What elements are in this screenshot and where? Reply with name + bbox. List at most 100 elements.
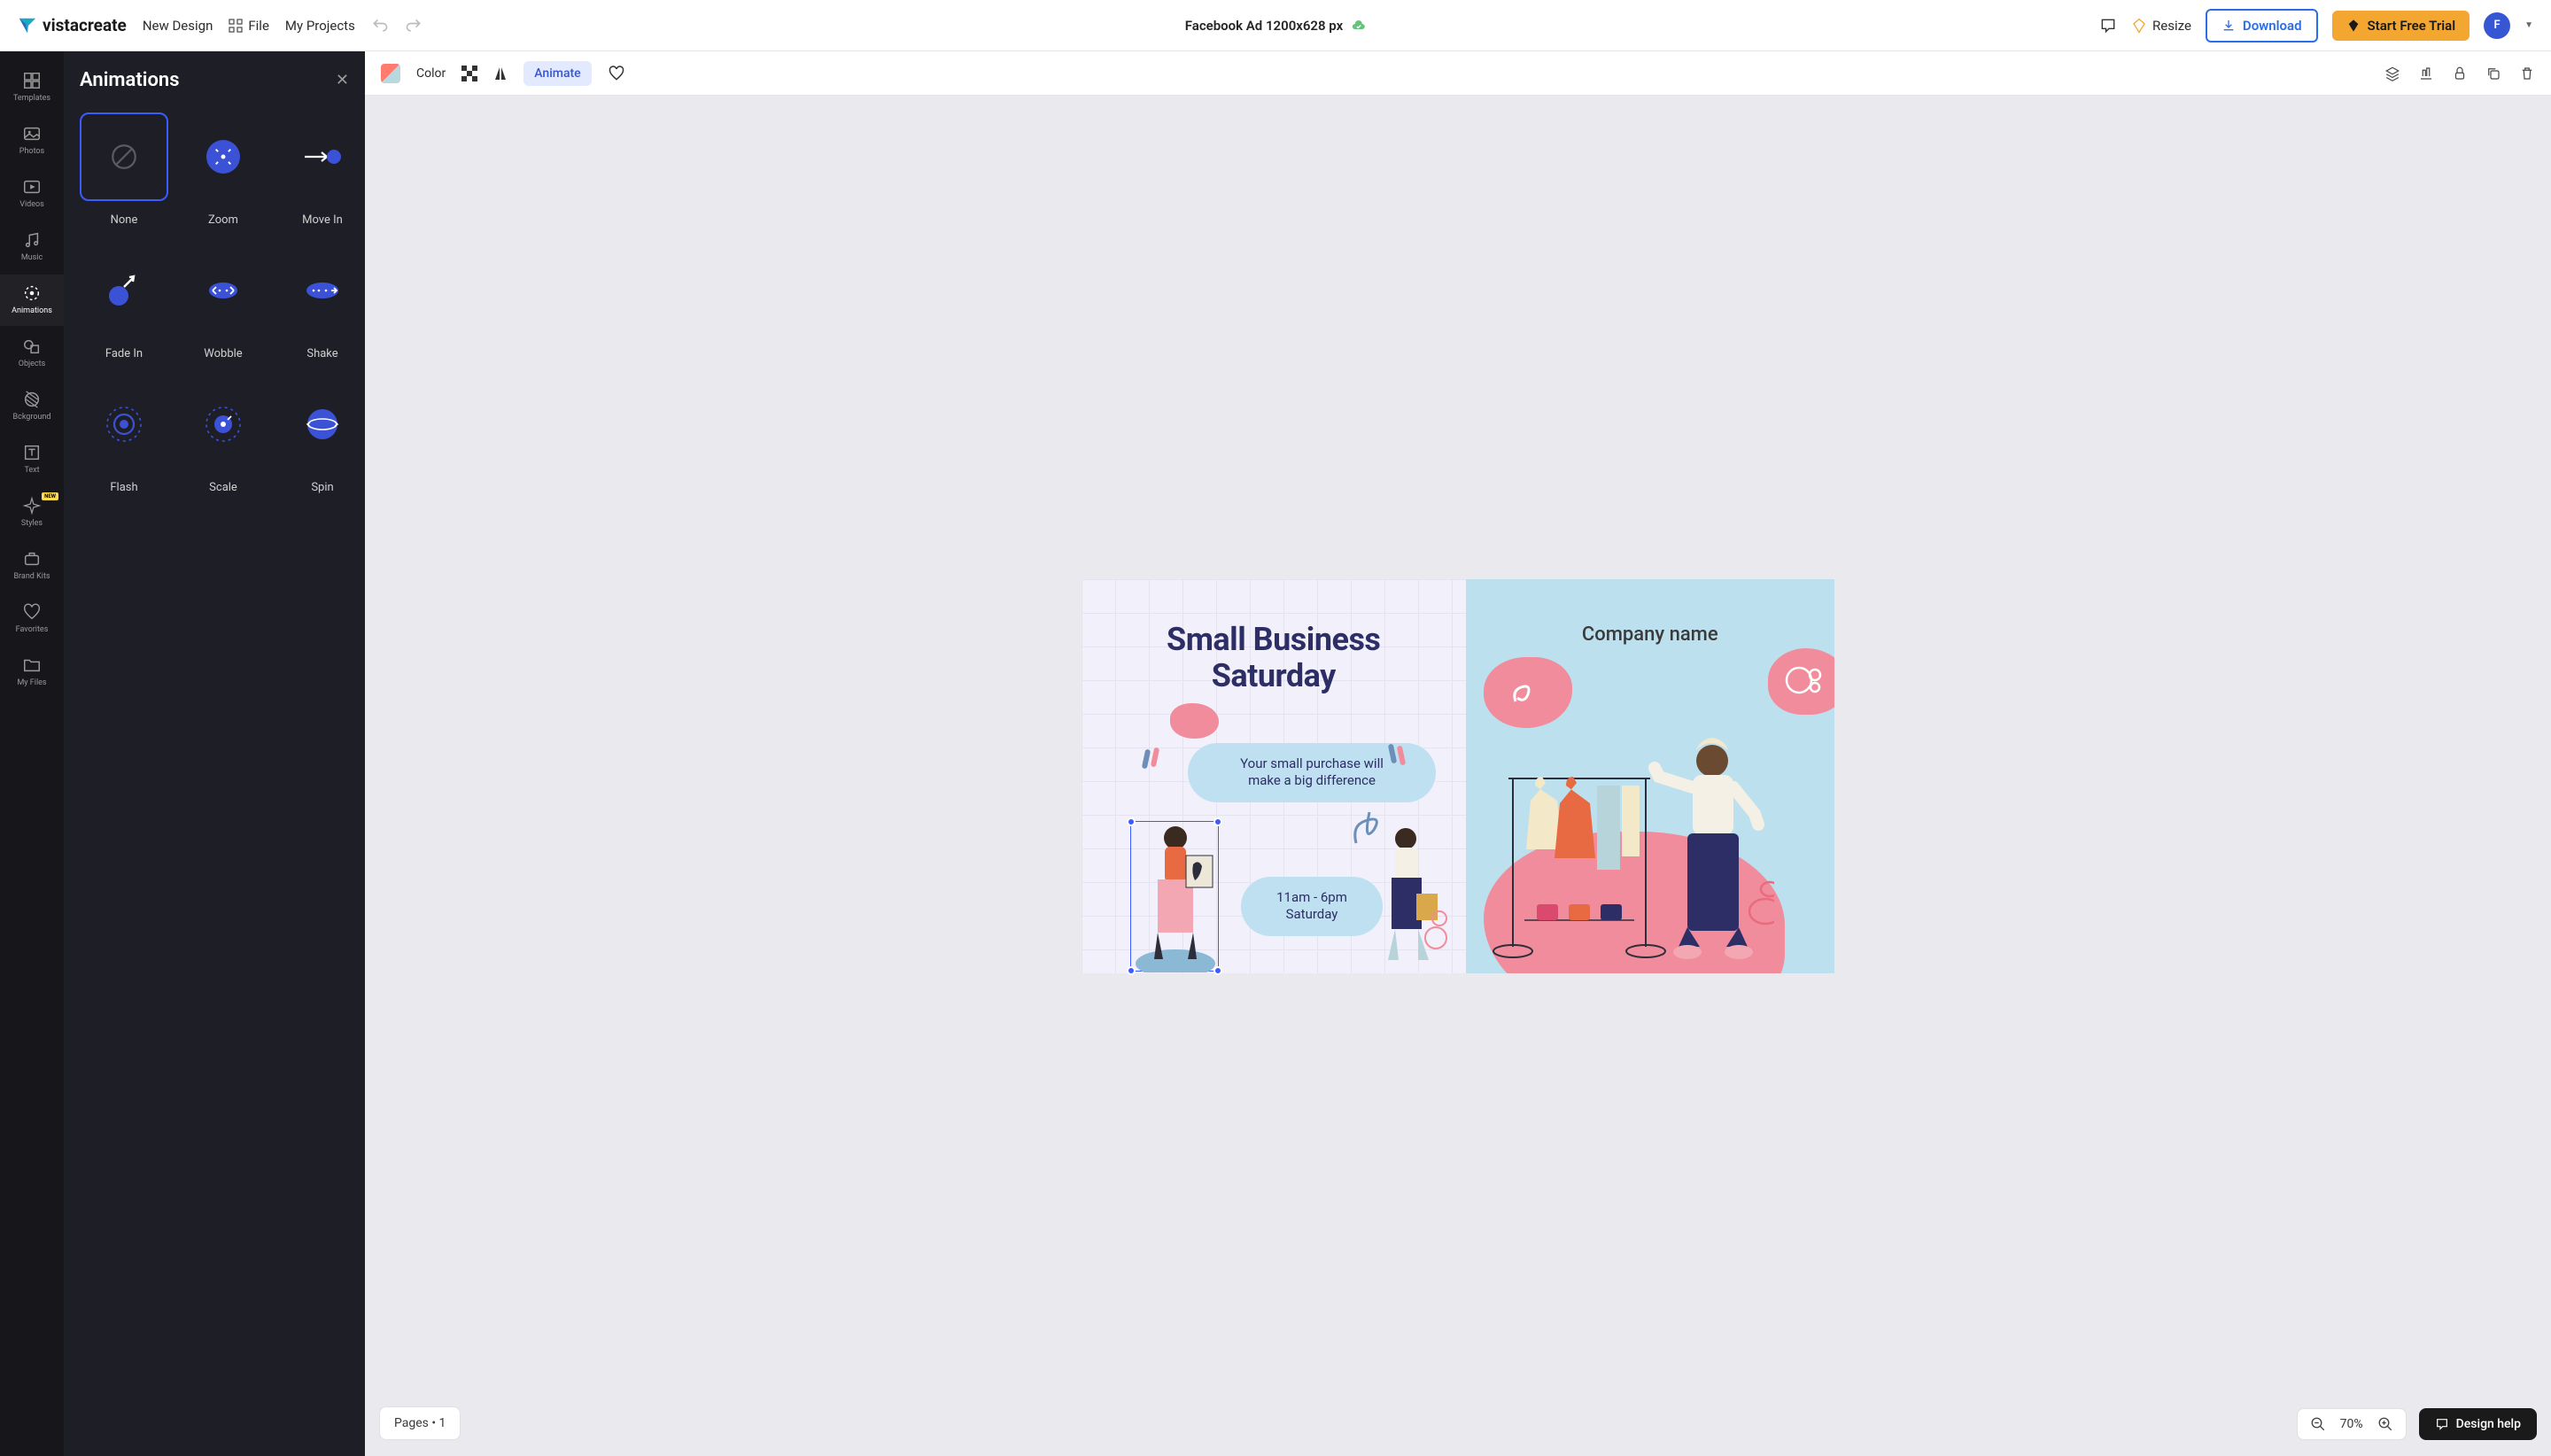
bubbles-icon xyxy=(1783,662,1827,701)
squiggle-icon xyxy=(1508,677,1542,710)
fadein-icon xyxy=(106,273,142,308)
headline-line1: Small Business xyxy=(1167,621,1380,658)
heart-outline-icon[interactable] xyxy=(608,65,625,82)
bubble-hours[interactable]: 11am - 6pm Saturday xyxy=(1241,877,1383,936)
grid-icon xyxy=(229,19,243,33)
flip-icon[interactable] xyxy=(493,66,508,81)
doc-title-group: Facebook Ad 1200x628 px xyxy=(1185,18,1366,34)
rail-music[interactable]: Music xyxy=(0,221,64,273)
rail-label: Objects xyxy=(19,360,45,368)
animate-button[interactable]: Animate xyxy=(523,61,591,86)
animation-fadein[interactable]: Fade In xyxy=(80,246,168,360)
bubble1-line1: Your small purchase will xyxy=(1240,755,1384,771)
file-label: File xyxy=(248,18,269,34)
align-icon[interactable] xyxy=(2418,66,2434,81)
chat-icon xyxy=(2435,1417,2449,1431)
new-badge: NEW xyxy=(42,492,58,500)
animation-flash[interactable]: Flash xyxy=(80,380,168,494)
diamond-icon xyxy=(2131,18,2147,34)
rail-photos[interactable]: Photos xyxy=(0,115,64,167)
briefcase-icon xyxy=(22,549,42,569)
objects-icon xyxy=(22,337,42,356)
undo-icon[interactable] xyxy=(371,17,389,35)
rail-styles[interactable]: NEW Styles xyxy=(0,487,64,538)
lock-icon[interactable] xyxy=(2452,66,2468,81)
spin-icon xyxy=(305,407,340,442)
scale-icon xyxy=(205,406,242,443)
pages-indicator[interactable]: Pages • 1 xyxy=(379,1406,461,1440)
rail-animations[interactable]: Animations xyxy=(0,275,64,326)
animation-wobble[interactable]: Wobble xyxy=(179,246,268,360)
text-icon xyxy=(22,443,42,462)
color-swatch[interactable] xyxy=(381,64,400,83)
animation-spin[interactable]: Spin xyxy=(278,380,365,494)
anim-label: Wobble xyxy=(204,347,242,360)
avatar-caret-icon[interactable]: ▼ xyxy=(2524,20,2533,30)
doc-title[interactable]: Facebook Ad 1200x628 px xyxy=(1185,18,1343,34)
redo-icon[interactable] xyxy=(405,17,423,35)
anim-label: Fade In xyxy=(105,347,143,360)
design-canvas[interactable]: Small Business Saturday Your small purch… xyxy=(1082,579,1834,973)
resize-handle-icon[interactable] xyxy=(1213,817,1222,826)
canvas-viewport[interactable]: Small Business Saturday Your small purch… xyxy=(365,96,2551,1456)
cloud-saved-icon xyxy=(1352,19,1366,33)
anim-label: Spin xyxy=(311,481,333,494)
resize-button[interactable]: Resize xyxy=(2131,18,2191,34)
rail-videos[interactable]: Videos xyxy=(0,168,64,220)
resize-handle-icon[interactable] xyxy=(1127,817,1136,826)
duplicate-icon[interactable] xyxy=(2485,66,2501,81)
background-icon xyxy=(22,390,42,409)
animation-movein[interactable]: Move In xyxy=(278,112,365,227)
zoom-out-icon[interactable] xyxy=(2310,1416,2326,1432)
anim-label: Zoom xyxy=(208,213,238,227)
start-trial-button[interactable]: Start Free Trial xyxy=(2332,11,2470,41)
animation-shake[interactable]: Shake xyxy=(278,246,365,360)
rail-text[interactable]: Text xyxy=(0,434,64,485)
shake-icon xyxy=(303,280,342,301)
color-label[interactable]: Color xyxy=(416,66,446,81)
headline-text[interactable]: Small Business Saturday xyxy=(1082,622,1466,695)
heart-icon xyxy=(22,602,42,622)
rail-label: Animations xyxy=(12,306,52,315)
rail-myfiles[interactable]: My Files xyxy=(0,647,64,698)
rail-label: Music xyxy=(21,253,43,262)
transparency-icon[interactable] xyxy=(461,66,477,81)
zoom-level[interactable]: 70% xyxy=(2340,1417,2363,1431)
rail-background[interactable]: Bckground xyxy=(0,381,64,432)
resize-handle-icon[interactable] xyxy=(1127,966,1136,975)
rail-brandkits[interactable]: Brand Kits xyxy=(0,540,64,592)
anim-label: Flash xyxy=(110,481,137,494)
file-menu[interactable]: File xyxy=(229,18,269,34)
flash-icon xyxy=(105,406,143,443)
selection-box[interactable] xyxy=(1130,821,1219,972)
design-help-button[interactable]: Design help xyxy=(2419,1408,2537,1440)
resize-handle-icon[interactable] xyxy=(1213,966,1222,975)
bubble2-line2: Saturday xyxy=(1286,906,1338,922)
my-projects-link[interactable]: My Projects xyxy=(285,18,355,34)
bubble2-line1: 11am - 6pm xyxy=(1276,889,1347,905)
brand-logo[interactable]: vistacreate xyxy=(18,15,127,35)
close-panel-icon[interactable]: ✕ xyxy=(336,71,349,89)
animation-zoom[interactable]: Zoom xyxy=(179,112,268,227)
company-name-text[interactable]: Company name xyxy=(1466,623,1835,646)
rail-label: Videos xyxy=(19,200,44,209)
animation-scale[interactable]: Scale xyxy=(179,380,268,494)
anim-label: Move In xyxy=(302,213,343,227)
brand-name: vistacreate xyxy=(43,15,127,35)
trash-icon[interactable] xyxy=(2519,66,2535,81)
zoom-in-icon[interactable] xyxy=(2377,1416,2393,1432)
rail-templates[interactable]: Templates xyxy=(0,62,64,113)
sparkle-icon xyxy=(22,496,42,515)
clothes-rack-scene-icon[interactable] xyxy=(1482,734,1774,973)
animation-none[interactable]: None xyxy=(80,112,168,227)
download-button[interactable]: Download xyxy=(2206,9,2318,43)
comment-icon[interactable] xyxy=(2099,17,2117,35)
rail-objects[interactable]: Objects xyxy=(0,328,64,379)
layers-icon[interactable] xyxy=(2384,66,2400,81)
rail-label: My Files xyxy=(17,678,46,687)
rail-favorites[interactable]: Favorites xyxy=(0,593,64,645)
user-avatar[interactable]: F xyxy=(2484,12,2510,39)
new-design-menu[interactable]: New Design xyxy=(143,18,213,34)
rail-label: Favorites xyxy=(16,625,49,634)
decor-stroke-icon xyxy=(1151,747,1159,767)
